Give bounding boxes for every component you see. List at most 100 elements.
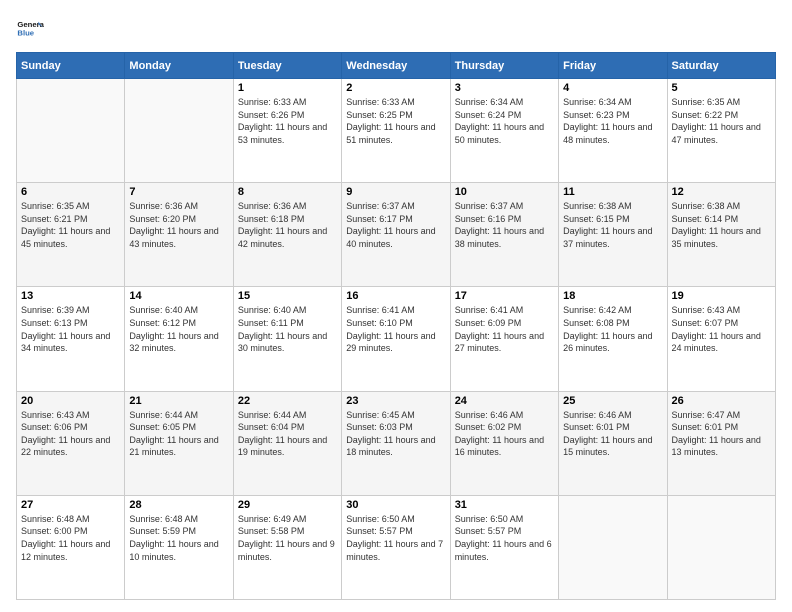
day-info: Sunrise: 6:46 AM Sunset: 6:02 PM Dayligh…	[455, 409, 554, 459]
calendar-cell: 23Sunrise: 6:45 AM Sunset: 6:03 PM Dayli…	[342, 391, 450, 495]
calendar-cell	[17, 79, 125, 183]
calendar-cell: 8 Sunrise: 6:36 AM Sunset: 6:18 PM Daylig…	[233, 183, 341, 287]
day-info: Sunrise: 6:38 AM Sunset: 6:14 PM Dayligh…	[672, 200, 771, 250]
calendar-cell: 2 Sunrise: 6:33 AM Sunset: 6:25 PM Daylig…	[342, 79, 450, 183]
day-info: Sunrise: 6:33 AM Sunset: 6:25 PM Dayligh…	[346, 96, 445, 146]
day-info: Sunrise: 6:46 AM Sunset: 6:01 PM Dayligh…	[563, 409, 662, 459]
day-number: 31	[455, 499, 554, 511]
calendar-cell: 31 Sunrise: 6:50 AM Sunset: 5:57 PM Dayli…	[450, 495, 558, 599]
weekday-header-saturday: Saturday	[667, 53, 775, 79]
day-info: Sunrise: 6:47 AM Sunset: 6:01 PM Dayligh…	[672, 409, 771, 459]
day-info: Sunrise: 6:39 AM Sunset: 6:13 PM Dayligh…	[21, 304, 120, 354]
calendar-cell	[125, 79, 233, 183]
day-info: Sunrise: 6:44 AM Sunset: 6:04 PM Dayligh…	[238, 409, 337, 459]
page: General Blue SundayMondayTuesdayWednesda…	[0, 0, 792, 612]
week-row-4: 20 Sunrise: 6:43 AM Sunset: 6:06 PM Dayli…	[17, 391, 776, 495]
week-row-1: 1 Sunrise: 6:33 AM Sunset: 6:26 PM Daylig…	[17, 79, 776, 183]
day-info: Sunrise: 6:37 AM Sunset: 6:17 PM Dayligh…	[346, 200, 445, 250]
day-info: Sunrise: 6:37 AM Sunset: 6:16 PM Dayligh…	[455, 200, 554, 250]
calendar-cell: 27 Sunrise: 6:48 AM Sunset: 6:00 PM Dayli…	[17, 495, 125, 599]
day-info: Sunrise: 6:48 AM Sunset: 6:00 PM Dayligh…	[21, 513, 120, 563]
calendar-cell: 6 Sunrise: 6:35 AM Sunset: 6:21 PM Daylig…	[17, 183, 125, 287]
calendar-cell: 17 Sunrise: 6:41 AM Sunset: 6:09 PM Dayli…	[450, 287, 558, 391]
day-number: 12	[672, 186, 771, 198]
calendar-cell: 30Sunrise: 6:50 AM Sunset: 5:57 PM Dayli…	[342, 495, 450, 599]
weekday-header-thursday: Thursday	[450, 53, 558, 79]
day-number: 14	[129, 290, 228, 302]
calendar-cell: 18Sunrise: 6:42 AM Sunset: 6:08 PM Dayli…	[559, 287, 667, 391]
day-info: Sunrise: 6:50 AM Sunset: 5:57 PM Dayligh…	[455, 513, 554, 563]
day-number: 20	[21, 395, 120, 407]
calendar-cell: 16Sunrise: 6:41 AM Sunset: 6:10 PM Dayli…	[342, 287, 450, 391]
calendar-cell: 25Sunrise: 6:46 AM Sunset: 6:01 PM Dayli…	[559, 391, 667, 495]
day-info: Sunrise: 6:42 AM Sunset: 6:08 PM Dayligh…	[563, 304, 662, 354]
weekday-header-row: SundayMondayTuesdayWednesdayThursdayFrid…	[17, 53, 776, 79]
day-number: 11	[563, 186, 662, 198]
header: General Blue	[16, 16, 776, 44]
day-number: 5	[672, 82, 771, 94]
calendar-cell: 19Sunrise: 6:43 AM Sunset: 6:07 PM Dayli…	[667, 287, 775, 391]
day-info: Sunrise: 6:40 AM Sunset: 6:11 PM Dayligh…	[238, 304, 337, 354]
day-info: Sunrise: 6:50 AM Sunset: 5:57 PM Dayligh…	[346, 513, 445, 563]
generalblue-icon: General Blue	[16, 16, 44, 44]
calendar-cell: 13 Sunrise: 6:39 AM Sunset: 6:13 PM Dayli…	[17, 287, 125, 391]
weekday-header-tuesday: Tuesday	[233, 53, 341, 79]
day-info: Sunrise: 6:44 AM Sunset: 6:05 PM Dayligh…	[129, 409, 228, 459]
day-info: Sunrise: 6:48 AM Sunset: 5:59 PM Dayligh…	[129, 513, 228, 563]
day-info: Sunrise: 6:45 AM Sunset: 6:03 PM Dayligh…	[346, 409, 445, 459]
day-number: 24	[455, 395, 554, 407]
day-info: Sunrise: 6:34 AM Sunset: 6:23 PM Dayligh…	[563, 96, 662, 146]
day-info: Sunrise: 6:35 AM Sunset: 6:21 PM Dayligh…	[21, 200, 120, 250]
day-number: 1	[238, 82, 337, 94]
calendar-cell: 29Sunrise: 6:49 AM Sunset: 5:58 PM Dayli…	[233, 495, 341, 599]
day-info: Sunrise: 6:43 AM Sunset: 6:07 PM Dayligh…	[672, 304, 771, 354]
calendar-cell: 10Sunrise: 6:37 AM Sunset: 6:16 PM Dayli…	[450, 183, 558, 287]
calendar-cell: 24 Sunrise: 6:46 AM Sunset: 6:02 PM Dayli…	[450, 391, 558, 495]
day-number: 15	[238, 290, 337, 302]
calendar-cell	[667, 495, 775, 599]
day-info: Sunrise: 6:34 AM Sunset: 6:24 PM Dayligh…	[455, 96, 554, 146]
weekday-header-friday: Friday	[559, 53, 667, 79]
day-info: Sunrise: 6:33 AM Sunset: 6:26 PM Dayligh…	[238, 96, 337, 146]
calendar-cell: 4 Sunrise: 6:34 AM Sunset: 6:23 PM Daylig…	[559, 79, 667, 183]
weekday-header-wednesday: Wednesday	[342, 53, 450, 79]
calendar-cell: 3 Sunrise: 6:34 AM Sunset: 6:24 PM Daylig…	[450, 79, 558, 183]
day-info: Sunrise: 6:43 AM Sunset: 6:06 PM Dayligh…	[21, 409, 120, 459]
calendar-table: SundayMondayTuesdayWednesdayThursdayFrid…	[16, 52, 776, 600]
day-number: 21	[129, 395, 228, 407]
day-number: 22	[238, 395, 337, 407]
day-info: Sunrise: 6:36 AM Sunset: 6:18 PM Dayligh…	[238, 200, 337, 250]
day-number: 7	[129, 186, 228, 198]
day-number: 3	[455, 82, 554, 94]
day-info: Sunrise: 6:36 AM Sunset: 6:20 PM Dayligh…	[129, 200, 228, 250]
calendar-cell: 11 Sunrise: 6:38 AM Sunset: 6:15 PM Dayli…	[559, 183, 667, 287]
weekday-header-sunday: Sunday	[17, 53, 125, 79]
week-row-3: 13 Sunrise: 6:39 AM Sunset: 6:13 PM Dayli…	[17, 287, 776, 391]
weekday-header-monday: Monday	[125, 53, 233, 79]
day-number: 9	[346, 186, 445, 198]
day-number: 13	[21, 290, 120, 302]
calendar-cell: 28Sunrise: 6:48 AM Sunset: 5:59 PM Dayli…	[125, 495, 233, 599]
day-number: 16	[346, 290, 445, 302]
day-info: Sunrise: 6:38 AM Sunset: 6:15 PM Dayligh…	[563, 200, 662, 250]
calendar-cell: 15 Sunrise: 6:40 AM Sunset: 6:11 PM Dayli…	[233, 287, 341, 391]
calendar-cell: 20 Sunrise: 6:43 AM Sunset: 6:06 PM Dayli…	[17, 391, 125, 495]
week-row-5: 27 Sunrise: 6:48 AM Sunset: 6:00 PM Dayli…	[17, 495, 776, 599]
calendar-cell: 12 Sunrise: 6:38 AM Sunset: 6:14 PM Dayli…	[667, 183, 775, 287]
week-row-2: 6 Sunrise: 6:35 AM Sunset: 6:21 PM Daylig…	[17, 183, 776, 287]
calendar-cell: 21 Sunrise: 6:44 AM Sunset: 6:05 PM Dayli…	[125, 391, 233, 495]
calendar-cell: 9 Sunrise: 6:37 AM Sunset: 6:17 PM Daylig…	[342, 183, 450, 287]
day-info: Sunrise: 6:41 AM Sunset: 6:09 PM Dayligh…	[455, 304, 554, 354]
day-number: 17	[455, 290, 554, 302]
day-number: 4	[563, 82, 662, 94]
day-number: 27	[21, 499, 120, 511]
day-number: 29	[238, 499, 337, 511]
day-number: 8	[238, 186, 337, 198]
day-info: Sunrise: 6:35 AM Sunset: 6:22 PM Dayligh…	[672, 96, 771, 146]
day-number: 6	[21, 186, 120, 198]
calendar-cell: 1 Sunrise: 6:33 AM Sunset: 6:26 PM Daylig…	[233, 79, 341, 183]
svg-text:Blue: Blue	[17, 29, 34, 38]
calendar-cell: 5 Sunrise: 6:35 AM Sunset: 6:22 PM Daylig…	[667, 79, 775, 183]
calendar-cell	[559, 495, 667, 599]
day-number: 2	[346, 82, 445, 94]
